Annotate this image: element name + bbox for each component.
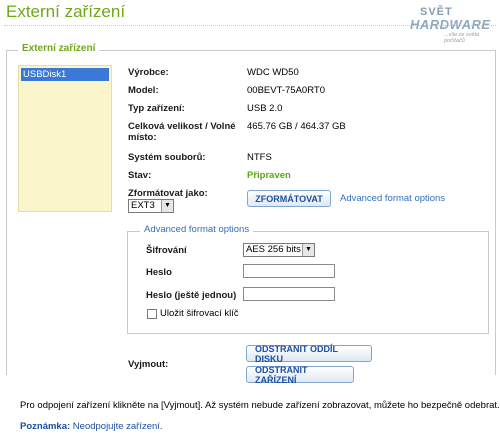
page-title: Externí zařízení [6,2,126,21]
password-input[interactable] [243,264,335,278]
eject-info-text: Pro odpojení zařízení klikněte na [Vyjmo… [20,400,500,411]
footer-note: Poznámka: Neodpojujte zařízení. [20,421,163,432]
password-repeat-label: Heslo (ještě jednou) [146,290,237,301]
note-label: Poznámka: [20,421,71,432]
size-value: 465.76 GB / 464.37 GB [247,121,346,132]
save-key-label: Uložit šifrovací klíč [160,308,239,319]
encryption-label: Šifrování [146,245,187,256]
filesystem-value: NTFS [247,152,272,163]
save-key-checkbox[interactable] [147,309,157,319]
remove-partition-button[interactable]: ODSTRANIT ODDÍL DISKU [246,344,372,364]
advanced-options-legend: Advanced format options [140,224,254,235]
password-label: Heslo [146,267,172,278]
remove-device-button[interactable]: ODSTRANIT ZAŘÍZENÍ [246,365,354,385]
password-repeat-input[interactable] [243,287,335,301]
state-value: Připraven [247,170,291,181]
format-button[interactable]: ZFORMÁTOVAT [247,190,331,207]
filesystem-label: Systém souborů: [128,152,206,163]
format-label: Zformátovat jako: [128,188,208,199]
eject-label: Vyjmout: [128,359,169,370]
model-label: Model: [128,85,159,96]
size-label-line2: místo: [128,132,157,143]
type-label: Typ zařízení: [128,103,185,114]
vendor-label: Výrobce: [128,67,169,78]
advanced-format-link[interactable]: Advanced format options [340,193,445,204]
logo-line2: HARDWARE [410,17,491,32]
state-label: Stav: [128,170,152,181]
size-label-line1: Celková velikost / Volné [128,121,236,132]
list-item[interactable]: USBDisk1 [21,68,109,81]
encryption-select[interactable]: AES 256 bits ▼ [243,243,315,257]
note-text: Neodpojujte zařízení. [72,421,163,432]
logo-tagline: ...vše ze světa počítačů [444,32,480,44]
disk-list[interactable]: USBDisk1 [18,65,112,212]
encryption-select-value: AES 256 bits [246,244,301,255]
format-select-value: EXT3 [131,200,155,211]
section-legend: Externí zařízení [18,43,100,54]
model-value: 00BEVT-75A0RT0 [247,85,325,96]
svet-hardware-logo: SVĚT HARDWARE ...vše ze světa počítačů [410,4,496,44]
vendor-value: WDC WD50 [247,67,299,78]
format-select[interactable]: EXT3 ▼ [128,199,174,213]
type-value: USB 2.0 [247,103,283,114]
chevron-down-icon: ▼ [302,244,314,256]
size-label: Celková velikost / Volné místo: [128,121,236,143]
chevron-down-icon: ▼ [161,200,173,212]
